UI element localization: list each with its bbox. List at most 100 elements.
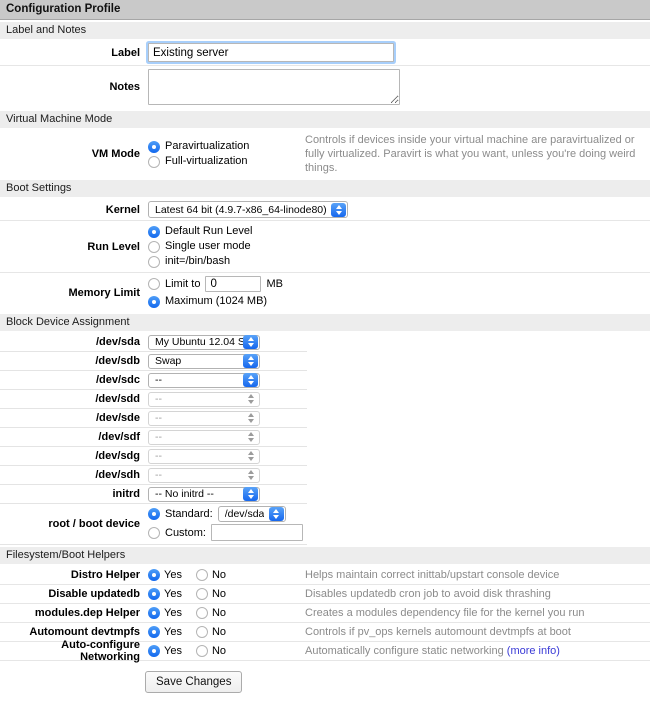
custom-device-input[interactable] xyxy=(211,524,303,541)
run-level-option-single-user[interactable]: Single user mode xyxy=(148,239,305,254)
device-row-sdh: /dev/sdh -- xyxy=(0,466,307,485)
helper-row-auto-configure-networking: Auto-configure Networking Yes No Automat… xyxy=(0,642,650,661)
helper-row-modules-dep: modules.dep Helper Yes No Creates a modu… xyxy=(0,604,650,623)
label-input[interactable] xyxy=(148,43,394,62)
radio-yes[interactable] xyxy=(148,569,160,581)
device-select-sdf[interactable]: -- xyxy=(148,430,260,445)
custom-label: Custom: xyxy=(165,527,206,539)
device-select-sda[interactable]: My Ubuntu 12.04 Server xyxy=(148,335,260,350)
no-label: No xyxy=(212,626,226,638)
select-value: -- xyxy=(155,450,162,462)
memory-unit-label: MB xyxy=(266,277,283,292)
helper-yes-no: Yes No xyxy=(148,626,305,638)
stepper-icon xyxy=(331,203,346,217)
select-value: -- xyxy=(155,431,162,443)
save-changes-button[interactable]: Save Changes xyxy=(145,671,242,693)
radio-default-run-level[interactable] xyxy=(148,226,160,238)
helper-yes-no: Yes No xyxy=(148,569,305,581)
notes-textarea[interactable] xyxy=(148,69,400,105)
memory-option-maximum[interactable]: Maximum (1024 MB) xyxy=(148,294,283,309)
radio-no[interactable] xyxy=(196,645,208,657)
standard-device-select[interactable]: /dev/sda xyxy=(218,506,286,522)
helper-label: modules.dep Helper xyxy=(0,607,148,619)
section-virtual-machine-mode: Virtual Machine Mode xyxy=(0,111,650,128)
radio-no[interactable] xyxy=(196,626,208,638)
radio-custom[interactable] xyxy=(148,527,160,539)
vm-mode-row: VM Mode Paravirtualization Full-virtuali… xyxy=(0,130,650,178)
device-select-sdb[interactable]: Swap xyxy=(148,354,260,369)
vm-mode-option-full-virtualization[interactable]: Full-virtualization xyxy=(148,154,305,169)
radio-no[interactable] xyxy=(196,569,208,581)
radio-limit-to[interactable] xyxy=(148,278,160,290)
section-label-and-notes: Label and Notes xyxy=(0,22,650,39)
helper-label: Automount devtmpfs xyxy=(0,626,148,638)
helper-yes-no: Yes No xyxy=(148,607,305,619)
stepper-icon xyxy=(243,373,258,387)
device-label: /dev/sdf xyxy=(0,431,148,443)
device-row-sdg: /dev/sdg -- xyxy=(0,447,307,466)
memory-limit-options: Limit to MB Maximum (1024 MB) xyxy=(148,276,283,309)
vm-mode-options: Paravirtualization Full-virtualization xyxy=(148,139,305,169)
more-info-link[interactable]: (more info) xyxy=(507,645,560,657)
yes-label: Yes xyxy=(164,569,182,581)
select-value: -- xyxy=(155,393,162,405)
standard-label: Standard: xyxy=(165,508,213,520)
stepper-icon xyxy=(243,354,258,368)
kernel-label: Kernel xyxy=(0,204,148,216)
device-select-sde[interactable]: -- xyxy=(148,411,260,426)
run-level-row: Run Level Default Run Level Single user … xyxy=(0,221,650,273)
device-row-sdf: /dev/sdf -- xyxy=(0,428,307,447)
section-block-device-assignment: Block Device Assignment xyxy=(0,314,650,331)
option-label: Full-virtualization xyxy=(165,154,248,169)
radio-yes[interactable] xyxy=(148,588,160,600)
configuration-profile-page: Configuration Profile Label and Notes La… xyxy=(0,0,650,701)
maximum-label: Maximum (1024 MB) xyxy=(165,294,267,309)
radio-yes[interactable] xyxy=(148,645,160,657)
device-label: /dev/sda xyxy=(0,336,148,348)
device-label: /dev/sdh xyxy=(0,469,148,481)
block-device-table: /dev/sda My Ubuntu 12.04 Server /dev/sdb… xyxy=(0,333,307,545)
radio-no[interactable] xyxy=(196,588,208,600)
run-level-options: Default Run Level Single user mode init=… xyxy=(148,224,305,269)
radio-single-user-mode[interactable] xyxy=(148,241,160,253)
device-row-sdb: /dev/sdb Swap xyxy=(0,352,307,371)
device-label: /dev/sdg xyxy=(0,450,148,462)
device-select-sdh[interactable]: -- xyxy=(148,468,260,483)
radio-yes[interactable] xyxy=(148,626,160,638)
run-level-option-init-bash[interactable]: init=/bin/bash xyxy=(148,254,305,269)
radio-paravirtualization[interactable] xyxy=(148,141,160,153)
limit-to-label: Limit to xyxy=(165,277,200,292)
helper-help-text: Automatically configure static networkin… xyxy=(305,644,560,658)
radio-full-virtualization[interactable] xyxy=(148,156,160,168)
kernel-select[interactable]: Latest 64 bit (4.9.7-x86_64-linode80) xyxy=(148,201,348,218)
radio-init-bash[interactable] xyxy=(148,256,160,268)
select-value: -- xyxy=(155,412,162,424)
initrd-select[interactable]: -- No initrd -- xyxy=(148,487,260,502)
radio-no[interactable] xyxy=(196,607,208,619)
select-value: /dev/sda xyxy=(225,508,265,520)
device-select-sdd[interactable]: -- xyxy=(148,392,260,407)
device-select-sdc[interactable]: -- xyxy=(148,373,260,388)
radio-standard[interactable] xyxy=(148,508,160,520)
memory-limit-input[interactable] xyxy=(205,276,261,292)
stepper-icon xyxy=(243,449,258,463)
help-text: Automatically configure static networkin… xyxy=(305,645,504,657)
device-label: /dev/sdb xyxy=(0,355,148,367)
helper-help-text: Controls if pv_ops kernels automount dev… xyxy=(305,625,571,639)
radio-yes[interactable] xyxy=(148,607,160,619)
no-label: No xyxy=(212,569,226,581)
stepper-icon xyxy=(269,507,284,521)
memory-option-limit[interactable]: Limit to MB xyxy=(148,276,283,292)
label-field-label: Label xyxy=(0,47,148,59)
section-filesystem-boot-helpers: Filesystem/Boot Helpers xyxy=(0,547,650,564)
root-boot-device-label: root / boot device xyxy=(0,518,148,530)
select-value: -- xyxy=(155,374,162,386)
vm-mode-option-paravirtualization[interactable]: Paravirtualization xyxy=(148,139,305,154)
option-label: init=/bin/bash xyxy=(165,254,230,269)
device-select-sdg[interactable]: -- xyxy=(148,449,260,464)
root-option-custom[interactable]: Custom: xyxy=(148,524,303,541)
run-level-option-default[interactable]: Default Run Level xyxy=(148,224,305,239)
radio-maximum[interactable] xyxy=(148,296,160,308)
no-label: No xyxy=(212,645,226,657)
root-option-standard[interactable]: Standard: /dev/sda xyxy=(148,506,303,522)
